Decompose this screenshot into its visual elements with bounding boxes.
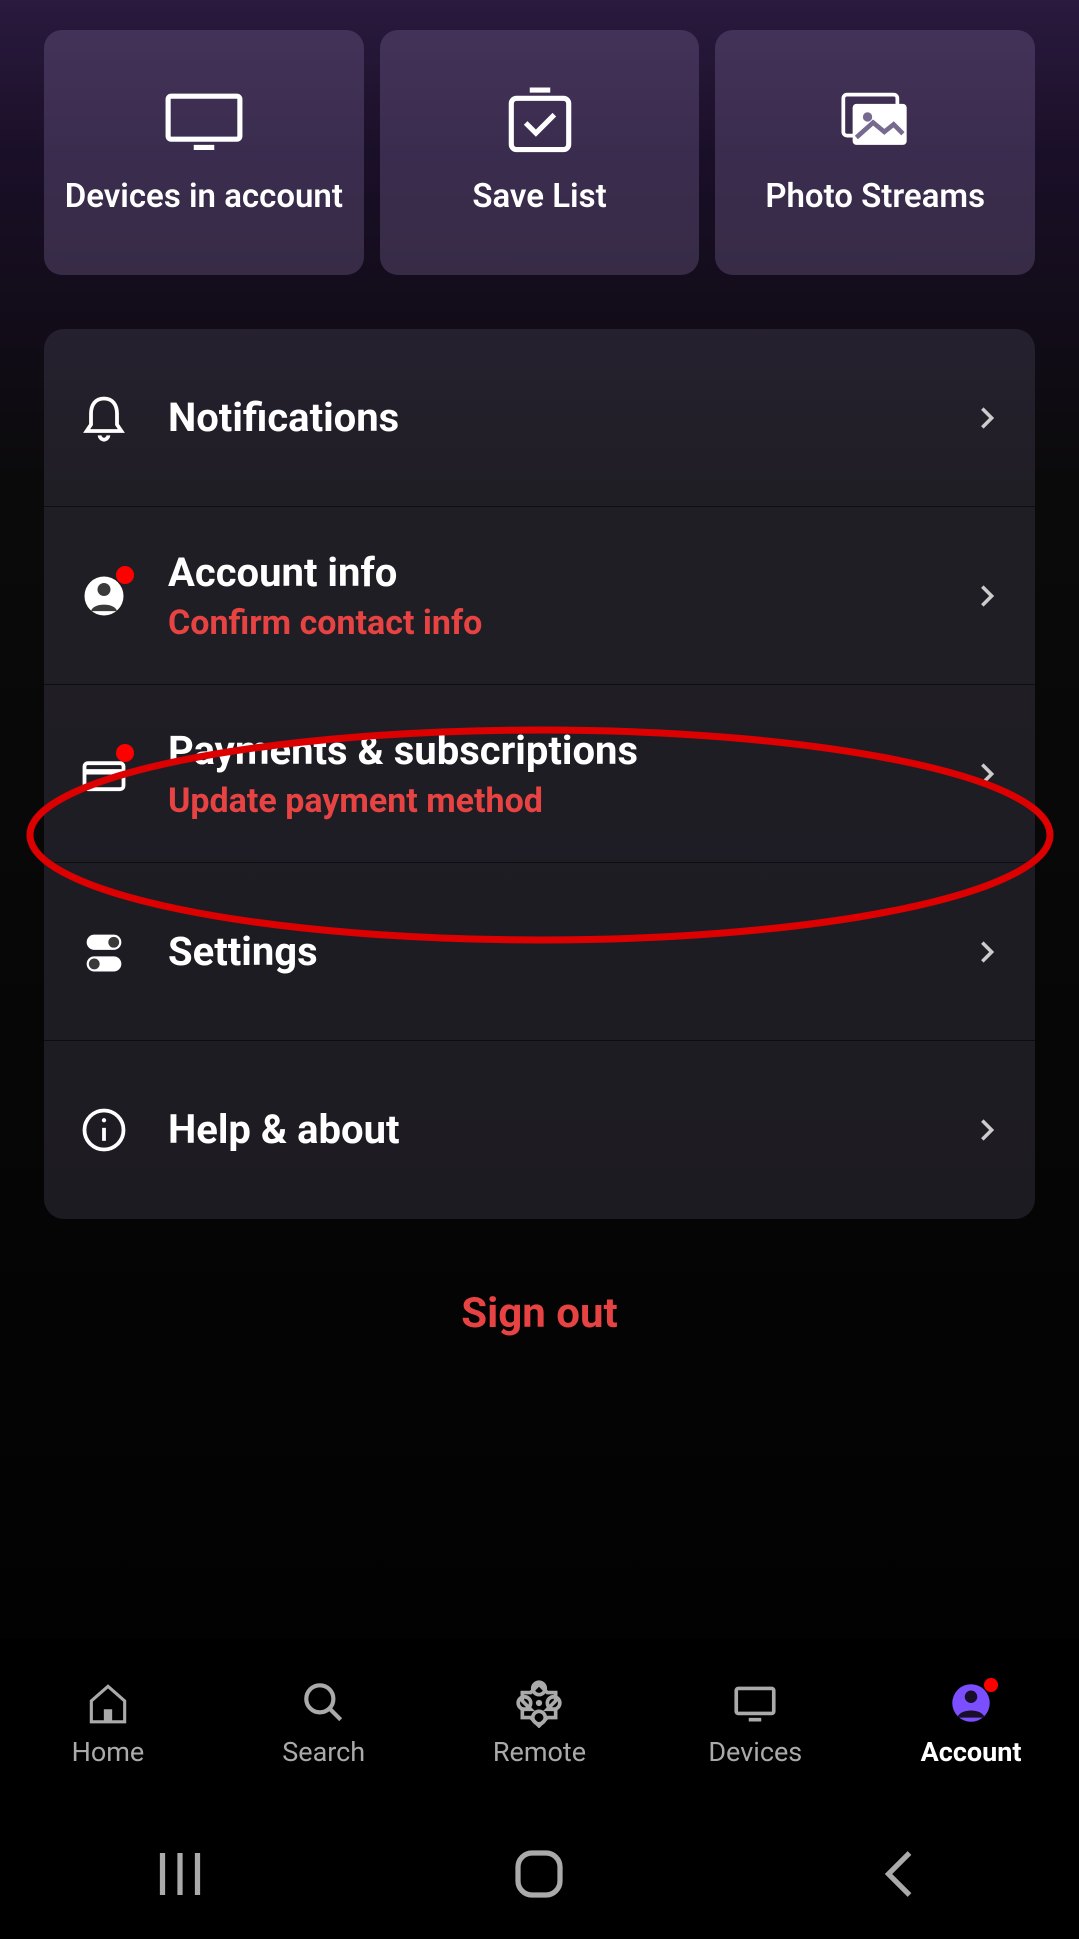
menu-item-settings[interactable]: Settings (44, 863, 1035, 1041)
account-icon (946, 1680, 996, 1726)
home-icon (83, 1680, 133, 1726)
top-tiles: Devices in account Save List Photo Strea… (0, 0, 1079, 275)
menu-text: Payments & subscriptions Update payment … (168, 727, 973, 821)
menu-text: Help & about (168, 1106, 973, 1154)
bottom-nav: Home Search Remote (0, 1639, 1079, 1809)
chevron-right-icon (973, 1116, 1001, 1144)
chevron-right-icon (973, 760, 1001, 788)
nav-label: Search (282, 1736, 365, 1768)
menu-subtitle: Confirm contact info (168, 603, 973, 643)
menu-item-account-info[interactable]: Account info Confirm contact info (44, 507, 1035, 685)
menu-title: Account info (168, 549, 973, 597)
sys-home-button[interactable] (504, 1844, 574, 1904)
system-nav (0, 1809, 1079, 1939)
nav-remote[interactable]: Remote (432, 1680, 648, 1768)
remote-icon (514, 1680, 564, 1726)
alert-dot (984, 1678, 998, 1692)
tile-label: Photo Streams (765, 176, 985, 217)
nav-label: Account (921, 1736, 1022, 1768)
alert-dot (116, 744, 134, 762)
nav-label: Home (72, 1736, 145, 1768)
photos-icon (834, 88, 916, 156)
menu-title: Notifications (168, 394, 973, 442)
tile-photo-streams[interactable]: Photo Streams (715, 30, 1035, 275)
tile-label: Save List (472, 176, 606, 217)
menu-subtitle: Update payment method (168, 781, 973, 821)
menu-text: Settings (168, 928, 973, 976)
search-icon (299, 1680, 349, 1726)
devices-icon (730, 1680, 780, 1726)
bell-icon (78, 392, 130, 444)
info-icon (78, 1104, 130, 1156)
tile-devices-in-account[interactable]: Devices in account (44, 30, 364, 275)
menu-title: Help & about (168, 1106, 973, 1154)
monitor-icon (163, 88, 245, 156)
nav-home[interactable]: Home (0, 1680, 216, 1768)
menu-title: Settings (168, 928, 973, 976)
nav-search[interactable]: Search (216, 1680, 432, 1768)
sys-back-button[interactable] (864, 1844, 934, 1904)
menu-item-help[interactable]: Help & about (44, 1041, 1035, 1219)
tile-label: Devices in account (65, 176, 343, 217)
account-menu: Notifications Account info Confirm conta… (44, 329, 1035, 1219)
checkbox-icon (499, 88, 581, 156)
tile-save-list[interactable]: Save List (380, 30, 700, 275)
chevron-right-icon (973, 404, 1001, 432)
menu-item-notifications[interactable]: Notifications (44, 329, 1035, 507)
nav-devices[interactable]: Devices (647, 1680, 863, 1768)
toggle-icon (78, 926, 130, 978)
sys-recent-button[interactable] (145, 1844, 215, 1904)
menu-text: Account info Confirm contact info (168, 549, 973, 643)
nav-label: Devices (708, 1736, 802, 1768)
person-icon (78, 570, 130, 622)
sign-out-button[interactable]: Sign out (0, 1289, 1079, 1338)
chevron-right-icon (973, 938, 1001, 966)
alert-dot (116, 566, 134, 584)
menu-item-payments[interactable]: Payments & subscriptions Update payment … (44, 685, 1035, 863)
nav-account[interactable]: Account (863, 1680, 1079, 1768)
menu-text: Notifications (168, 394, 973, 442)
menu-title: Payments & subscriptions (168, 727, 973, 775)
chevron-right-icon (973, 582, 1001, 610)
card-icon (78, 748, 130, 800)
nav-label: Remote (493, 1736, 586, 1768)
